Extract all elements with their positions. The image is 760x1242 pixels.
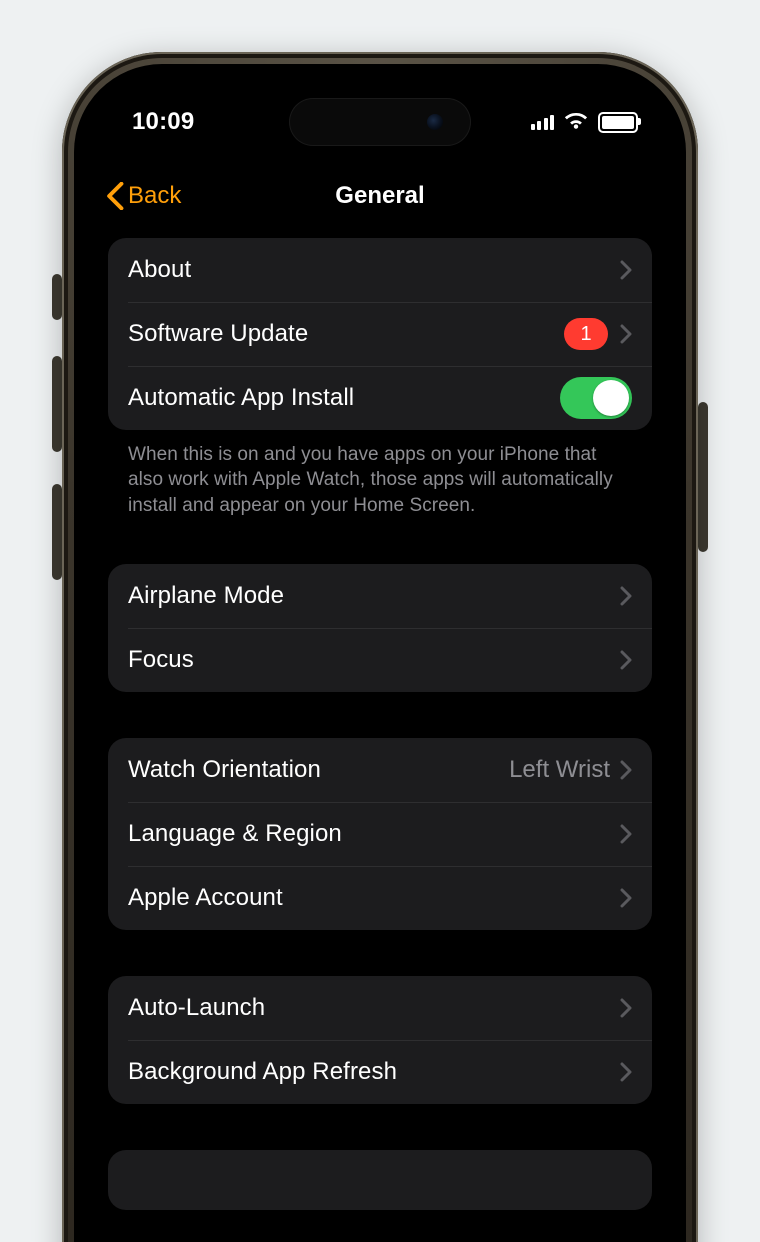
row-peek[interactable] xyxy=(108,1150,652,1210)
side-button-vol-up xyxy=(52,356,62,452)
back-button[interactable]: Back xyxy=(106,182,181,210)
group-next-peek xyxy=(108,1150,652,1210)
side-button-power xyxy=(698,402,708,552)
row-label: Automatic App Install xyxy=(128,384,560,412)
row-language-region[interactable]: Language & Region xyxy=(108,802,652,866)
back-label: Back xyxy=(128,182,181,210)
side-button-silence xyxy=(52,274,62,320)
phone-mock: 10:09 xyxy=(62,52,698,1242)
phone-bezel: 10:09 xyxy=(74,64,686,1242)
row-label: Auto-Launch xyxy=(128,994,620,1022)
group-watch-settings: Watch Orientation Left Wrist Language & … xyxy=(108,738,652,930)
phone-frame: 10:09 xyxy=(62,52,698,1242)
row-software-update[interactable]: Software Update 1 xyxy=(108,302,652,366)
chevron-right-icon xyxy=(620,324,632,344)
wifi-icon xyxy=(564,113,588,131)
chevron-right-icon xyxy=(620,1062,632,1082)
auto-app-install-toggle[interactable] xyxy=(560,377,632,419)
cellular-icon xyxy=(531,114,555,130)
chevron-right-icon xyxy=(620,888,632,908)
row-label: Language & Region xyxy=(128,820,620,848)
row-label: Apple Account xyxy=(128,884,620,912)
chevron-right-icon xyxy=(620,760,632,780)
row-label: Watch Orientation xyxy=(128,756,509,784)
content-scroll[interactable]: About Software Update 1 xyxy=(88,238,672,1242)
row-label: Airplane Mode xyxy=(128,582,620,610)
battery-icon xyxy=(598,112,638,133)
row-label: Software Update xyxy=(128,320,564,348)
dynamic-island xyxy=(289,98,471,146)
row-apple-account[interactable]: Apple Account xyxy=(108,866,652,930)
row-focus[interactable]: Focus xyxy=(108,628,652,692)
update-badge: 1 xyxy=(564,318,608,350)
chevron-right-icon xyxy=(620,586,632,606)
row-auto-launch[interactable]: Auto-Launch xyxy=(108,976,652,1040)
row-label: About xyxy=(128,256,620,284)
chevron-right-icon xyxy=(620,260,632,280)
chevron-left-icon xyxy=(106,182,124,210)
group-modes: Airplane Mode Focus xyxy=(108,564,652,692)
chevron-right-icon xyxy=(620,824,632,844)
side-button-vol-down xyxy=(52,484,62,580)
row-value: Left Wrist xyxy=(509,756,610,784)
canvas: 10:09 xyxy=(0,0,760,1242)
row-airplane-mode[interactable]: Airplane Mode xyxy=(108,564,652,628)
status-right xyxy=(531,112,639,133)
chevron-right-icon xyxy=(620,998,632,1018)
row-label: Background App Refresh xyxy=(128,1058,620,1086)
screen: 10:09 xyxy=(88,78,672,1242)
status-time: 10:09 xyxy=(132,108,194,136)
group-general-top: About Software Update 1 xyxy=(108,238,652,430)
group-footer-auto-install: When this is on and you have apps on you… xyxy=(108,442,652,518)
nav-bar: Back General xyxy=(88,168,672,224)
page-title: General xyxy=(335,182,424,210)
row-auto-app-install: Automatic App Install xyxy=(108,366,652,430)
row-background-app-refresh[interactable]: Background App Refresh xyxy=(108,1040,652,1104)
row-label: Focus xyxy=(128,646,620,674)
row-watch-orientation[interactable]: Watch Orientation Left Wrist xyxy=(108,738,652,802)
group-app-behavior: Auto-Launch Background App Refresh xyxy=(108,976,652,1104)
row-about[interactable]: About xyxy=(108,238,652,302)
chevron-right-icon xyxy=(620,650,632,670)
